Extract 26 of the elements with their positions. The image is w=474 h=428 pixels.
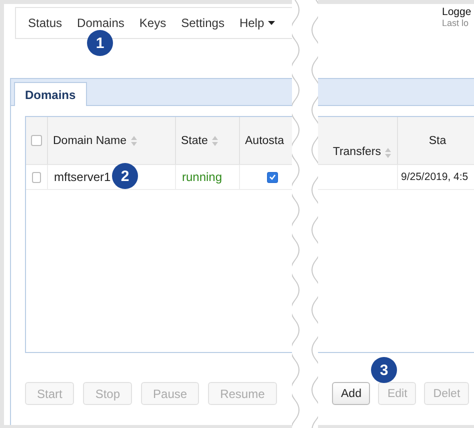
nav-link[interactable]: Status [28, 16, 62, 30]
table-cell: 9/25/2019, 4:5 [398, 165, 474, 190]
action-button[interactable]: Add [332, 382, 370, 405]
caret-icon [268, 21, 276, 25]
column-header[interactable]: Transfers [318, 117, 398, 165]
sort-icon[interactable] [385, 148, 391, 158]
callout-badge: 2 [112, 163, 138, 189]
nav-link[interactable]: Domains [77, 16, 124, 30]
callout-badge: 1 [87, 30, 113, 56]
nav-link[interactable]: Settings [181, 16, 224, 30]
callout-badge: 3 [371, 357, 397, 383]
checkbox[interactable] [31, 135, 42, 146]
sort-icon[interactable] [212, 136, 218, 146]
logged-in-text: Logge [442, 6, 472, 18]
tab[interactable]: Domains [14, 82, 87, 106]
column-header[interactable]: Autosta [240, 117, 292, 165]
checkbox[interactable] [32, 172, 41, 182]
column-header[interactable]: Domain Name [48, 117, 176, 165]
sort-icon[interactable] [130, 136, 136, 146]
last-login-text: Last lo [442, 18, 469, 28]
nav-link[interactable]: Help [239, 16, 276, 30]
column-header[interactable]: Sta [398, 117, 474, 165]
checkbox[interactable] [267, 172, 278, 182]
nav-link[interactable]: Keys [139, 16, 166, 30]
column-header[interactable]: State [176, 117, 240, 165]
table-cell: running [176, 165, 240, 190]
